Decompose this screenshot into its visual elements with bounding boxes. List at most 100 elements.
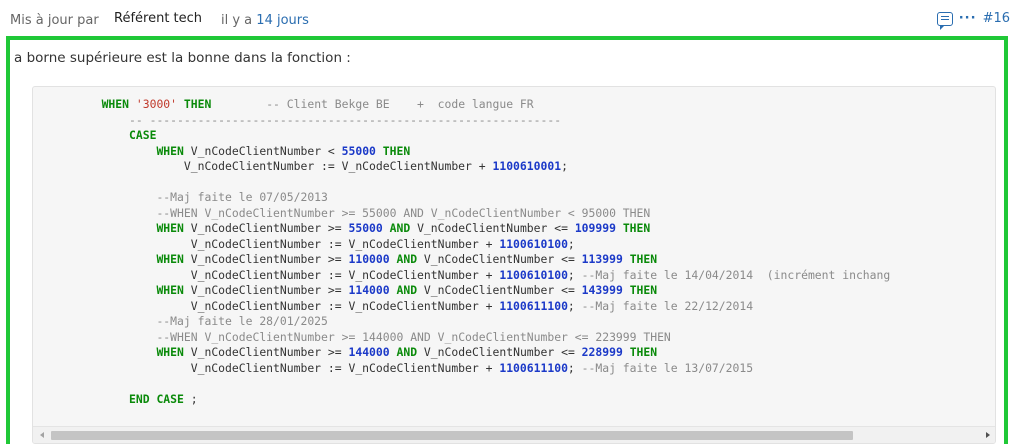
scrollbar-thumb[interactable] <box>51 431 853 440</box>
code-content: WHEN '3000' THEN -- Client Bekge BE + co… <box>33 97 995 422</box>
code-line: WHEN V_nCodeClientNumber >= 110000 AND V… <box>33 252 995 268</box>
code-keyword: THEN <box>183 97 212 111</box>
code-line: --WHEN V_nCodeClientNumber >= 55000 AND … <box>33 205 995 222</box>
updated-by-label: Mis à jour par <box>10 13 99 28</box>
code-text: V_nCodeClientNumber <= <box>417 345 582 359</box>
horizontal-scrollbar[interactable] <box>33 426 995 443</box>
scroll-right-arrow-icon[interactable] <box>986 432 990 438</box>
note-header: Mis à jour par Référent tech il y a 14 j… <box>0 0 1024 36</box>
more-actions-icon[interactable]: ··· <box>959 11 977 26</box>
code-line: --Maj faite le 07/05/2013 <box>33 190 995 206</box>
code-text: ; <box>567 360 575 375</box>
code-text: V_nCodeClientNumber := V_nCodeClientNumb… <box>190 298 500 313</box>
code-keyword: AND <box>396 252 418 266</box>
code-comment: --Maj faite le 14/04/2014 (incrément inc… <box>574 267 891 282</box>
code-text: V_nCodeClientNumber >= <box>183 252 349 266</box>
updated-ago: il y a 14 jours <box>221 13 309 29</box>
note-number-link[interactable]: #16 <box>983 11 1010 26</box>
note-actions: ··· #16 <box>936 11 1010 30</box>
code-keyword: AND <box>396 283 418 297</box>
code-number: 143999 <box>581 283 623 297</box>
code-comment: --WHEN V_nCodeClientNumber >= 144000 AND… <box>156 329 671 344</box>
code-line: WHEN '3000' THEN -- Client Bekge BE + co… <box>33 97 995 113</box>
code-text: ; <box>567 236 575 251</box>
code-line: V_nCodeClientNumber := V_nCodeClientNumb… <box>33 236 995 253</box>
code-line: V_nCodeClientNumber := V_nCodeClientNumb… <box>33 298 995 315</box>
code-text: ; <box>567 298 575 313</box>
code-number: 228999 <box>581 345 623 359</box>
code-text: V_nCodeClientNumber := V_nCodeClientNumb… <box>190 360 500 375</box>
code-text: V_nCodeClientNumber >= <box>183 283 349 297</box>
code-number: 113999 <box>581 252 623 266</box>
code-number: 1100610100 <box>499 236 568 251</box>
code-keyword: THEN <box>629 252 658 266</box>
code-keyword: END CASE <box>129 391 184 406</box>
ago-link[interactable]: 14 jours <box>256 13 309 28</box>
code-number: 110000 <box>348 252 390 266</box>
code-keyword: WHEN <box>156 143 184 158</box>
code-text: V_nCodeClientNumber < <box>183 143 342 158</box>
reply-comment-icon[interactable] <box>936 11 953 30</box>
code-keyword: WHEN <box>156 252 184 266</box>
code-line: WHEN V_nCodeClientNumber >= 114000 AND V… <box>33 283 995 299</box>
note-body-highlighted: a borne supérieure est la bonne dans la … <box>6 36 1008 444</box>
code-keyword: THEN <box>382 143 411 158</box>
code-text: V_nCodeClientNumber := V_nCodeClientNumb… <box>190 267 500 282</box>
code-keyword: WHEN <box>156 345 184 359</box>
code-line: --Maj faite le 28/01/2025 <box>33 314 995 330</box>
code-comment: --Maj faite le 13/07/2015 <box>574 360 754 375</box>
code-text: V_nCodeClientNumber := V_nCodeClientNumb… <box>183 159 493 173</box>
code-comment: --WHEN V_nCodeClientNumber >= 55000 AND … <box>156 205 651 220</box>
code-number: 1100610001 <box>492 159 562 173</box>
code-number: 55000 <box>348 221 383 235</box>
code-line: WHEN V_nCodeClientNumber >= 55000 AND V_… <box>33 221 995 237</box>
code-text: V_nCodeClientNumber <= <box>417 252 582 266</box>
code-line: CASE <box>33 128 995 144</box>
note-intro-text: a borne supérieure est la bonne dans la … <box>14 50 351 66</box>
code-text: V_nCodeClientNumber := V_nCodeClientNumb… <box>190 236 500 251</box>
code-string: '3000' <box>135 97 178 111</box>
code-number: 144000 <box>348 345 390 359</box>
code-keyword: WHEN <box>101 97 130 111</box>
code-text: V_nCodeClientNumber <= <box>410 221 575 235</box>
code-line: V_nCodeClientNumber := V_nCodeClientNumb… <box>33 267 995 284</box>
code-text: ; <box>183 391 198 406</box>
code-text: V_nCodeClientNumber >= <box>183 345 349 359</box>
code-text: ; <box>567 267 575 282</box>
code-comment: -- -------------------------------------… <box>129 112 562 127</box>
code-line: --WHEN V_nCodeClientNumber >= 144000 AND… <box>33 329 995 346</box>
code-number: 1100611100 <box>499 360 568 375</box>
code-keyword: WHEN <box>156 221 184 235</box>
code-line: V_nCodeClientNumber := V_nCodeClientNumb… <box>33 159 995 175</box>
code-keyword: THEN <box>629 283 658 297</box>
code-text: V_nCodeClientNumber <= <box>417 283 582 297</box>
code-line: -- -------------------------------------… <box>33 112 995 129</box>
code-comment: -- Client Bekge BE + code langue FR <box>211 97 534 111</box>
code-number: 1100611100 <box>499 298 568 313</box>
code-comment: --Maj faite le 07/05/2013 <box>156 190 328 204</box>
code-keyword: THEN <box>629 345 658 359</box>
code-line: V_nCodeClientNumber := V_nCodeClientNumb… <box>33 360 995 377</box>
author-name[interactable]: Référent tech <box>114 11 202 27</box>
scroll-left-arrow-icon[interactable] <box>40 432 44 438</box>
code-comment: --Maj faite le 22/12/2014 <box>574 298 754 313</box>
code-keyword: THEN <box>622 221 651 235</box>
code-line: END CASE ; <box>33 391 995 408</box>
code-number: 55000 <box>341 143 376 158</box>
code-keyword: CASE <box>129 128 157 142</box>
ago-prefix: il y a <box>221 13 253 28</box>
code-keyword: WHEN <box>156 283 184 297</box>
code-number: 1100610100 <box>499 267 568 282</box>
code-block: WHEN '3000' THEN -- Client Bekge BE + co… <box>32 86 996 444</box>
code-number: 114000 <box>348 283 390 297</box>
code-keyword: AND <box>389 221 411 235</box>
code-line: WHEN V_nCodeClientNumber < 55000 THEN <box>33 143 995 160</box>
code-comment: --Maj faite le 28/01/2025 <box>156 314 328 328</box>
code-keyword: AND <box>396 345 418 359</box>
code-number: 109999 <box>574 221 616 235</box>
code-line: WHEN V_nCodeClientNumber >= 144000 AND V… <box>33 345 995 361</box>
code-text: V_nCodeClientNumber >= <box>183 221 349 235</box>
code-text: ; <box>561 159 568 173</box>
